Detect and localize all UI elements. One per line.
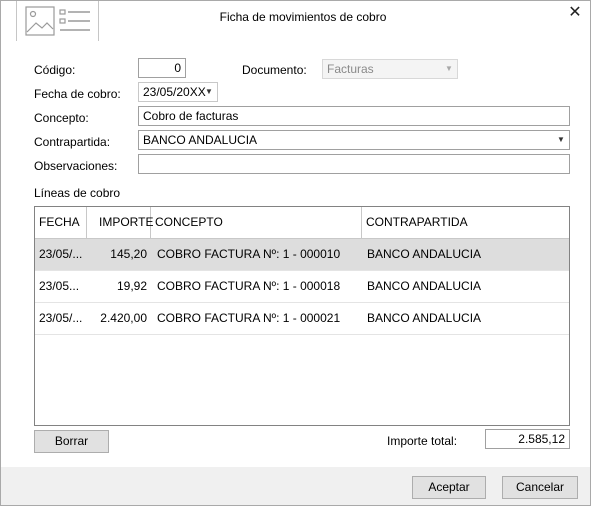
codigo-field[interactable]: 0 xyxy=(138,58,186,78)
column-header-fecha[interactable]: FECHA xyxy=(35,207,87,238)
cell-contrapartida: BANCO ANDALUCIA xyxy=(367,311,482,325)
table-header: FECHA IMPORTE CONCEPTO CONTRAPARTIDA xyxy=(35,207,569,239)
table-row[interactable]: 23/05/... 145,20 COBRO FACTURA Nº: 1 - 0… xyxy=(35,239,569,271)
table-row[interactable]: 23/05/... 2.420,00 COBRO FACTURA Nº: 1 -… xyxy=(35,303,569,335)
fecha-label: Fecha de cobro: xyxy=(34,87,121,101)
documento-label: Documento: xyxy=(242,63,307,77)
document-card-icon xyxy=(16,1,99,43)
cell-contrapartida: BANCO ANDALUCIA xyxy=(367,247,482,261)
dialog-footer: Aceptar Cancelar xyxy=(1,467,590,505)
aceptar-button[interactable]: Aceptar xyxy=(412,476,486,499)
fecha-date-picker[interactable]: 23/05/20XX ▼ xyxy=(138,82,218,102)
cell-fecha: 23/05... xyxy=(39,279,80,293)
contrapartida-value: BANCO ANDALUCIA xyxy=(143,133,258,147)
cell-concepto: COBRO FACTURA Nº: 1 - 000021 xyxy=(157,311,341,325)
cell-contrapartida: BANCO ANDALUCIA xyxy=(367,279,482,293)
chevron-down-icon[interactable]: ▼ xyxy=(201,83,217,101)
importe-total-label: Importe total: xyxy=(387,434,458,448)
column-header-contrapartida[interactable]: CONTRAPARTIDA xyxy=(362,207,569,238)
documento-select: Facturas ▼ xyxy=(322,59,458,79)
cell-importe: 2.420,00 xyxy=(100,311,147,325)
chevron-down-icon: ▼ xyxy=(445,64,453,73)
column-header-concepto[interactable]: CONCEPTO xyxy=(151,207,362,238)
lineas-cobro-title: Líneas de cobro xyxy=(34,186,121,200)
form-area: Código: 0 Documento: Facturas ▼ Fecha de… xyxy=(1,41,590,467)
contrapartida-select[interactable]: BANCO ANDALUCIA ▼ xyxy=(138,130,570,150)
contrapartida-label: Contrapartida: xyxy=(34,135,111,149)
importe-total-field: 2.585,12 xyxy=(485,429,570,449)
lineas-cobro-table[interactable]: FECHA IMPORTE CONCEPTO CONTRAPARTIDA 23/… xyxy=(34,206,570,426)
observaciones-label: Observaciones: xyxy=(34,159,118,173)
cancelar-button[interactable]: Cancelar xyxy=(502,476,578,499)
table-row[interactable]: 23/05... 19,92 COBRO FACTURA Nº: 1 - 000… xyxy=(35,271,569,303)
borrar-button[interactable]: Borrar xyxy=(34,430,109,453)
codigo-label: Código: xyxy=(34,63,76,77)
concepto-label: Concepto: xyxy=(34,111,89,125)
cell-importe: 145,20 xyxy=(110,247,147,261)
dialog-window: Ficha de movimientos de cobro ✕ Código: … xyxy=(0,0,591,506)
cell-fecha: 23/05/... xyxy=(39,311,83,325)
documento-value: Facturas xyxy=(327,62,374,76)
observaciones-field[interactable] xyxy=(138,154,570,174)
close-icon[interactable]: ✕ xyxy=(564,3,586,25)
concepto-field[interactable]: Cobro de facturas xyxy=(138,106,570,126)
cell-concepto: COBRO FACTURA Nº: 1 - 000010 xyxy=(157,247,341,261)
cell-fecha: 23/05/... xyxy=(39,247,83,261)
fecha-value: 23/05/20XX xyxy=(143,85,206,99)
column-header-importe[interactable]: IMPORTE xyxy=(87,207,153,238)
cell-concepto: COBRO FACTURA Nº: 1 - 000018 xyxy=(157,279,341,293)
cell-importe: 19,92 xyxy=(116,279,147,293)
chevron-down-icon[interactable]: ▼ xyxy=(553,131,569,149)
